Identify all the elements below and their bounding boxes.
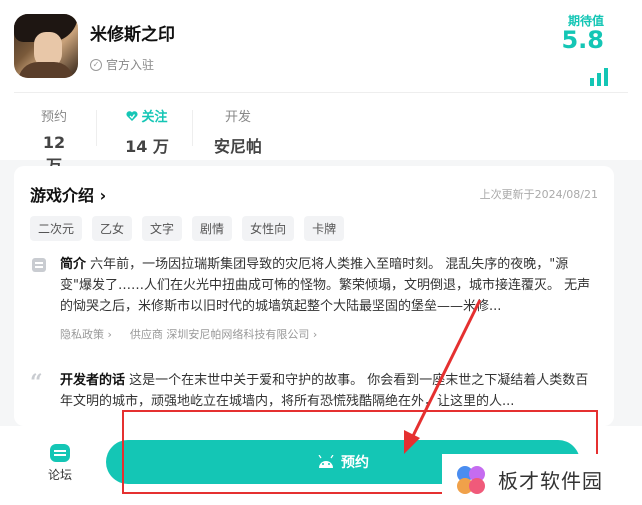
stat-value: 安尼帕	[213, 137, 262, 156]
provider-link[interactable]: 供应商 深圳安尼帕网络科技有限公司 ›	[130, 326, 317, 342]
tag[interactable]: 乙女	[92, 216, 133, 241]
summary-text: 六年前，一场因拉瑞斯集团导致的灾厄将人类推入至暗时刻。 混乱失序的夜晚，"源变"…	[60, 257, 591, 314]
app-header: 米修斯之印 ✓ 官方入驻 期待值 5.8 预约 12 万 关注 14 万 开发 …	[0, 0, 642, 175]
quote-icon: “	[30, 370, 43, 396]
tag-list: 二次元 乙女 文字 剧情 女性向 卡牌	[30, 216, 345, 241]
intro-doc-icon	[32, 258, 46, 272]
stat-developer[interactable]: 开发 安尼帕	[212, 106, 264, 157]
verified-icon: ✓	[90, 58, 102, 71]
tag[interactable]: 卡牌	[304, 216, 345, 241]
intro-title[interactable]: 游戏介绍 ›	[30, 182, 106, 206]
expect-score: 5.8	[561, 26, 604, 54]
privacy-link[interactable]: 隐私政策 ›	[60, 326, 112, 342]
divider	[14, 92, 628, 93]
developer-note[interactable]: 开发者的话 这是一个在末世中关于爱和守护的故事。 你会看到一座末世之下凝结着人类…	[60, 370, 600, 412]
tag[interactable]: 二次元	[30, 216, 83, 241]
tag[interactable]: 女性向	[242, 216, 295, 241]
intro-card: 游戏介绍 › 上次更新于2024/08/21 二次元 乙女 文字 剧情 女性向 …	[14, 166, 614, 426]
watermark: 板才软件园	[442, 454, 636, 505]
app-title: 米修斯之印	[90, 25, 175, 45]
heart-icon	[126, 110, 139, 121]
watermark-logo	[457, 465, 485, 494]
official-badge: ✓ 官方入驻	[90, 56, 154, 73]
dev-text: 这是一个在末世中关于爱和守护的故事。 你会看到一座末世之下凝结着人类数百年文明的…	[60, 373, 589, 409]
stat-follow[interactable]: 关注 14 万	[122, 106, 172, 157]
dev-label: 开发者的话	[60, 373, 126, 388]
legal-links: 隐私政策 › 供应商 深圳安尼帕网络科技有限公司 ›	[60, 326, 317, 342]
stat-label: 预约	[40, 110, 67, 125]
rank-icon[interactable]	[588, 66, 610, 88]
updated-date: 上次更新于2024/08/21	[479, 188, 598, 201]
forum-button[interactable]: 论坛	[48, 444, 72, 483]
app-icon	[14, 14, 78, 78]
stat-label: 关注	[141, 110, 168, 125]
summary-label: 简介	[60, 257, 87, 272]
tag[interactable]: 文字	[142, 216, 183, 241]
stat-value: 14 万	[125, 137, 169, 156]
forum-label: 论坛	[48, 468, 73, 482]
intro-summary[interactable]: 简介 六年前，一场因拉瑞斯集团导致的灾厄将人类推入至暗时刻。 混乱失序的夜晚，"…	[60, 254, 600, 317]
watermark-text: 板才软件园	[498, 469, 603, 493]
forum-icon	[50, 444, 70, 462]
chevron-right-icon: ›	[99, 186, 107, 205]
tag[interactable]: 剧情	[192, 216, 233, 241]
stat-label: 开发	[224, 110, 251, 125]
official-label: 官方入驻	[106, 58, 155, 72]
